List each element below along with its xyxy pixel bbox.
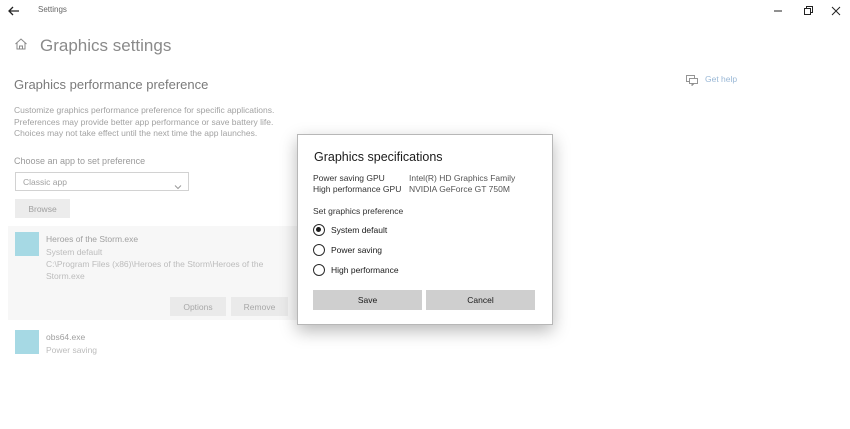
app-path-line: C:\Program Files (x86)\Heroes of the Sto…	[46, 259, 264, 269]
close-icon[interactable]	[829, 4, 843, 18]
radio-dot	[316, 227, 322, 233]
description-line: Customize graphics performance preferenc…	[14, 105, 275, 115]
radio-label: Power saving	[331, 245, 383, 255]
minimize-icon[interactable]	[771, 4, 785, 18]
choose-app-label: Choose an app to set preference	[14, 156, 146, 166]
radio-button[interactable]	[313, 264, 325, 276]
section-title: Graphics performance preference	[14, 77, 209, 92]
radio-button-checked[interactable]	[313, 224, 325, 236]
app-type-value: Classic app	[23, 177, 67, 187]
spec-label-high-performance-gpu: High performance GPU	[313, 184, 402, 194]
page-title: Graphics settings	[40, 36, 172, 55]
home-icon[interactable]	[14, 37, 28, 51]
help-chat-icon	[686, 73, 698, 87]
title-bar: Settings	[0, 0, 850, 22]
app-icon	[15, 232, 39, 256]
radio-label: System default	[331, 225, 388, 235]
spec-value-power-saving-gpu: Intel(R) HD Graphics Family	[409, 173, 516, 183]
app-name: obs64.exe	[46, 332, 86, 342]
app-path: C:\Program Files (x86)\Heroes of the Sto…	[46, 259, 286, 282]
app-list-item[interactable]: obs64.exe Power saving	[8, 326, 298, 358]
spec-value-high-performance-gpu: NVIDIA GeForce GT 750M	[409, 184, 510, 194]
save-button[interactable]: Save	[313, 290, 422, 310]
chevron-down-icon	[174, 178, 182, 190]
options-button[interactable]: Options	[170, 297, 226, 316]
description-line: Choices may not take effect until the ne…	[14, 128, 258, 138]
graphics-specifications-dialog: Graphics specifications Power saving GPU…	[297, 134, 553, 325]
description-line: Preferences may provide better app perfo…	[14, 116, 274, 127]
app-card-selected[interactable]: Heroes of the Storm.exe System default C…	[8, 226, 298, 320]
get-help-link[interactable]: Get help	[705, 74, 737, 84]
remove-button[interactable]: Remove	[231, 297, 288, 316]
app-type-dropdown[interactable]: Classic app	[15, 172, 189, 191]
app-name: Heroes of the Storm.exe	[46, 234, 139, 244]
restore-icon[interactable]	[801, 4, 815, 18]
app-preference: Power saving	[46, 345, 98, 355]
dialog-title: Graphics specifications	[314, 150, 443, 164]
cancel-button[interactable]: Cancel	[426, 290, 535, 310]
app-icon	[15, 330, 39, 354]
browse-button[interactable]: Browse	[15, 199, 70, 218]
app-preference: System default	[46, 247, 103, 257]
description: Customize graphics performance preferenc…	[14, 105, 304, 140]
back-arrow-icon[interactable]	[6, 3, 22, 19]
radio-button[interactable]	[313, 244, 325, 256]
app-path-line: Storm.exe	[46, 270, 85, 281]
spec-label-power-saving-gpu: Power saving GPU	[313, 173, 385, 183]
window-title: Settings	[38, 5, 67, 14]
radio-label: High performance	[331, 265, 399, 275]
set-preference-label: Set graphics preference	[313, 206, 404, 216]
